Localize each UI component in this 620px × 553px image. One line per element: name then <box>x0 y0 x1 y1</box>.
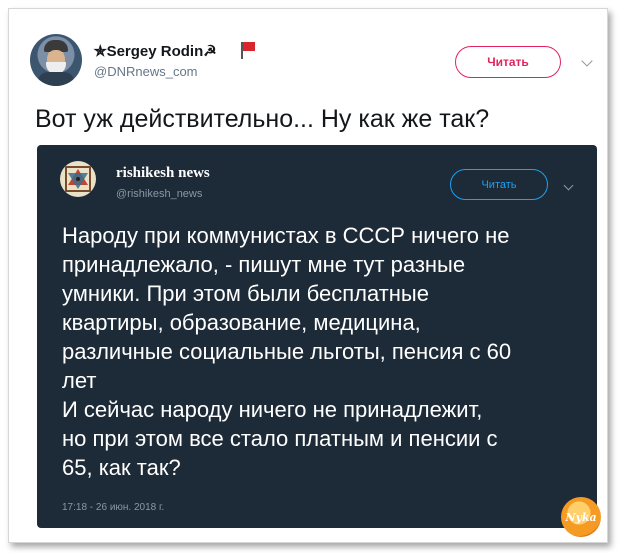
quoted-text-line: лет <box>62 368 97 393</box>
quoted-text-line: 65, как так? <box>62 455 181 480</box>
avatar-body <box>38 72 74 86</box>
tweet-card: ✯Sergey Rodin☭ @DNRnews_com Читать Вот у… <box>8 8 608 543</box>
quoted-author-name[interactable]: rishikesh news <box>116 165 210 182</box>
quoted-text-line: принадлежало, - пишут мне тут разные <box>62 252 466 277</box>
watermark-text: Nyka <box>565 510 597 524</box>
quoted-text-line: умники. При этом были бесплатные <box>62 281 429 306</box>
quoted-tweet[interactable]: rishikesh news @rishikesh_news Читать На… <box>37 145 597 528</box>
quoted-author-handle[interactable]: @rishikesh_news <box>116 188 202 200</box>
mandala-dot <box>76 177 80 181</box>
author-name[interactable]: ✯Sergey Rodin☭ <box>94 42 217 60</box>
quoted-timestamp[interactable]: 17:18 - 26 июн. 2018 г. <box>62 502 164 513</box>
chevron-down-icon[interactable] <box>581 55 593 67</box>
quoted-text-line: Народу при коммунистах в СССР ничего не <box>62 223 510 248</box>
quoted-chevron-down-icon[interactable] <box>563 180 574 191</box>
watermark-logo: Nyka <box>561 497 601 537</box>
quoted-text-line: квартиры, образование, медицина, <box>62 310 421 335</box>
quoted-text-line: различные социальные льготы, пенсия с 60 <box>62 339 512 364</box>
quoted-follow-button[interactable]: Читать <box>450 169 548 200</box>
quoted-text-line: но при этом все стало платным и пенсии с <box>62 426 498 451</box>
quoted-text-line: И сейчас народу ничего не принадлежит, <box>62 397 483 422</box>
quoted-tweet-text: Народу при коммунистах в СССР ничего не … <box>62 221 587 482</box>
author-handle[interactable]: @DNRnews_com <box>94 64 198 79</box>
red-flag-icon <box>241 42 255 59</box>
follow-button[interactable]: Читать <box>455 46 561 78</box>
tweet-text: Вот уж действительно... Ну как же так? <box>35 105 490 133</box>
author-avatar[interactable] <box>30 34 82 86</box>
quoted-avatar[interactable] <box>60 161 96 197</box>
mandala-triangle-down <box>68 173 88 189</box>
